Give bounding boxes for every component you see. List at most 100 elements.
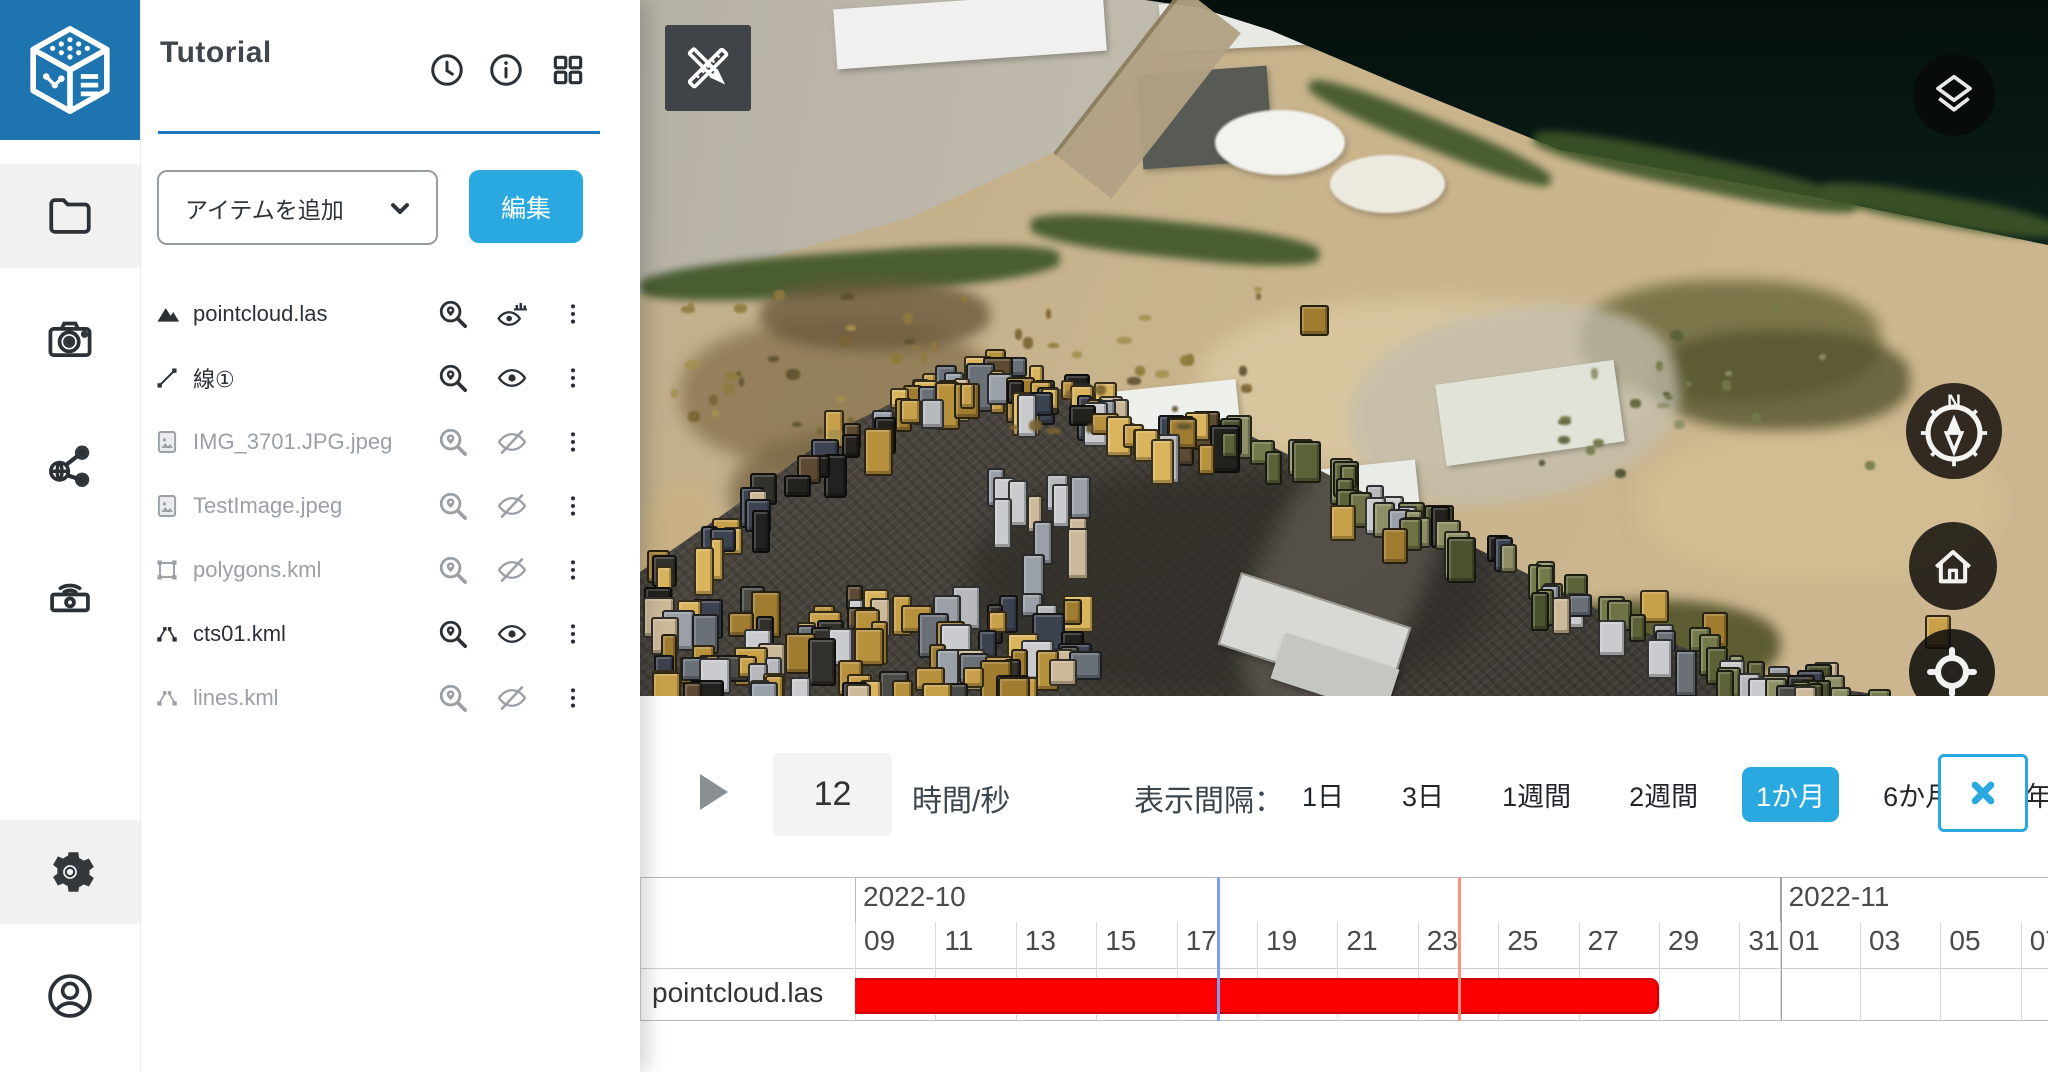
- layer-menu-button[interactable]: [560, 365, 586, 391]
- gear-icon: [45, 847, 95, 897]
- zoom-to-layer-button[interactable]: [436, 681, 470, 715]
- timeline-chart: 2022-100911131517192123252729312022-1101…: [640, 877, 2048, 1021]
- layer-menu-button[interactable]: [560, 685, 586, 711]
- zoom-to-layer-button[interactable]: [436, 425, 470, 459]
- line-icon: [154, 365, 180, 391]
- pointcloud-icon: [154, 300, 182, 328]
- visibility-on-button[interactable]: [496, 362, 528, 394]
- sidebar-item-capture[interactable]: [0, 289, 140, 393]
- pointer-time-marker: [1458, 877, 1461, 1021]
- chevron-down-icon: [386, 194, 414, 222]
- day-tick-label: 13: [1025, 925, 1056, 957]
- pointcloud-cube-logo: [18, 18, 122, 122]
- visibility-on-button[interactable]: [496, 618, 528, 650]
- visibility-off-button[interactable]: [496, 682, 528, 714]
- play-button[interactable]: [700, 774, 728, 810]
- image-icon: [154, 429, 180, 455]
- layer-row[interactable]: cts01.kml: [140, 602, 640, 666]
- interval-label: 表示間隔：: [1134, 776, 1284, 820]
- zoom-to-layer-button[interactable]: [436, 553, 470, 587]
- visibility-off-button[interactable]: [496, 554, 528, 586]
- speed-unit-label: 時間/秒: [912, 776, 1010, 820]
- folder-icon: [45, 191, 95, 241]
- layer-row[interactable]: 線①: [140, 346, 640, 410]
- visibility-off-button[interactable]: [496, 426, 528, 458]
- info-icon[interactable]: [486, 50, 526, 90]
- layer-row[interactable]: polygons.kml: [140, 538, 640, 602]
- zoom-to-layer-button[interactable]: [436, 489, 470, 523]
- sidebar-item-projects[interactable]: [0, 164, 140, 268]
- sidebar-item-settings[interactable]: [0, 820, 140, 924]
- day-tick-label: 19: [1266, 925, 1297, 957]
- day-tick-label: 27: [1588, 925, 1619, 957]
- layer-name: polygons.kml: [193, 557, 321, 583]
- sidebar-item-account[interactable]: [0, 944, 140, 1048]
- interval-option-1[interactable]: 1日: [1288, 767, 1358, 822]
- visibility-chart-button[interactable]: [496, 297, 530, 331]
- day-tick-label: 07: [2030, 925, 2048, 957]
- layer-name: cts01.kml: [193, 621, 286, 647]
- sidebar-item-share[interactable]: [0, 414, 140, 518]
- layer-row[interactable]: lines.kml: [140, 666, 640, 730]
- polygon-icon: [154, 557, 180, 583]
- layer-list: pointcloud.las 線① IMG_3701.JPG.jpeg TestIma…: [140, 282, 640, 730]
- account-icon: [44, 970, 96, 1022]
- day-tick-label: 15: [1105, 925, 1136, 957]
- layer-menu-button[interactable]: [560, 493, 586, 519]
- path-icon: [154, 621, 180, 647]
- timeline-bar[interactable]: [855, 978, 1659, 1014]
- day-tick-label: 21: [1346, 925, 1377, 957]
- sensor-icon: [45, 567, 95, 617]
- interval-option-2[interactable]: 3日: [1388, 767, 1458, 822]
- history-icon[interactable]: [427, 50, 467, 90]
- sidebar-item-device[interactable]: [0, 540, 140, 644]
- layer-name: lines.kml: [193, 685, 279, 711]
- close-timeline-button[interactable]: [1938, 754, 2028, 832]
- layer-row[interactable]: pointcloud.las: [140, 282, 640, 346]
- speed-value-input[interactable]: 12: [773, 753, 892, 836]
- layer-row[interactable]: TestImage.jpeg: [140, 474, 640, 538]
- home-icon: [1926, 539, 1980, 593]
- measure-tool-button[interactable]: [665, 25, 751, 111]
- current-time-marker[interactable]: [1217, 877, 1220, 1021]
- add-item-dropdown[interactable]: アイテムを追加: [157, 170, 438, 245]
- home-button[interactable]: [1909, 522, 1997, 610]
- layer-menu-button[interactable]: [560, 621, 586, 647]
- visibility-off-button[interactable]: [496, 490, 528, 522]
- day-tick-label: 01: [1789, 925, 1820, 957]
- layers-button[interactable]: [1913, 54, 1995, 136]
- share-globe-icon: [45, 441, 95, 491]
- close-icon: [1966, 776, 2000, 810]
- day-tick-label: 05: [1949, 925, 1980, 957]
- layers-icon: [1928, 69, 1980, 121]
- zoom-to-layer-button[interactable]: [436, 617, 470, 651]
- title-underline: [158, 131, 600, 134]
- app-logo[interactable]: [0, 0, 140, 140]
- day-tick-label: 09: [864, 925, 895, 957]
- interval-option-3[interactable]: 1週間: [1488, 767, 1585, 822]
- day-tick-label: 31: [1748, 925, 1779, 957]
- day-tick-label: 11: [944, 925, 973, 957]
- month-label: 2022-11: [1789, 881, 1890, 913]
- timeline-panel: 12 時間/秒 表示間隔： 1日3日1週間2週間1か月6か月1年 2022-10…: [640, 696, 2048, 1072]
- ruler-pencil-icon: [679, 39, 737, 97]
- layer-menu-button[interactable]: [560, 557, 586, 583]
- interval-option-4[interactable]: 2週間: [1615, 767, 1712, 822]
- compass-widget[interactable]: N: [1906, 383, 2002, 479]
- day-tick-label: 25: [1507, 925, 1538, 957]
- zoom-to-layer-button[interactable]: [436, 297, 470, 331]
- left-icon-rail: [0, 0, 141, 1072]
- map-3d-view[interactable]: N: [640, 0, 2048, 696]
- path-icon: [154, 685, 180, 711]
- layer-name: pointcloud.las: [193, 301, 328, 327]
- camera-icon: [45, 316, 95, 366]
- grid-icon[interactable]: [548, 50, 588, 90]
- layer-name: IMG_3701.JPG.jpeg: [193, 429, 392, 455]
- zoom-to-layer-button[interactable]: [436, 361, 470, 395]
- interval-option-5[interactable]: 1か月: [1742, 767, 1839, 822]
- edit-button[interactable]: 編集: [469, 170, 583, 243]
- layer-menu-button[interactable]: [560, 301, 586, 327]
- layer-row[interactable]: IMG_3701.JPG.jpeg: [140, 410, 640, 474]
- layer-menu-button[interactable]: [560, 429, 586, 455]
- add-item-label: アイテムを追加: [185, 191, 386, 225]
